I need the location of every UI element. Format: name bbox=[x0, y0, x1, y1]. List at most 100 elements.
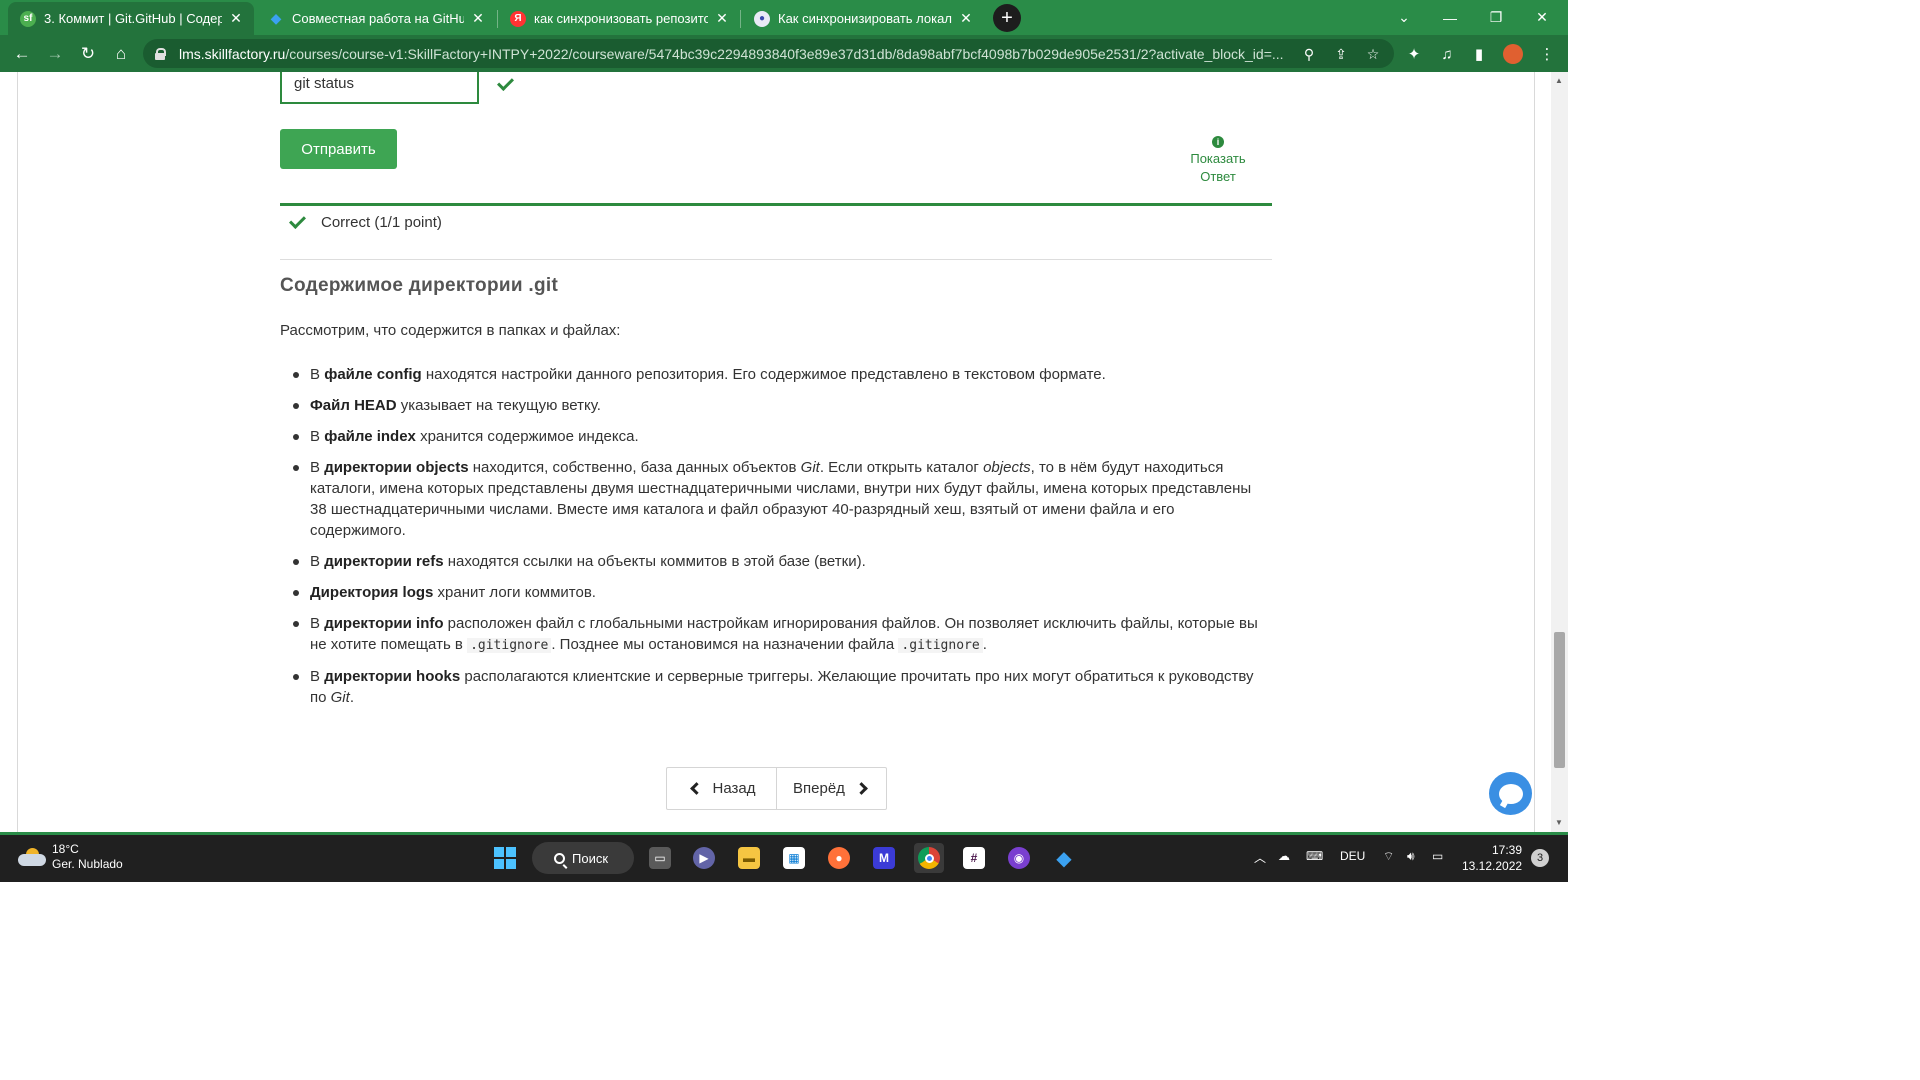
page-scrollbar[interactable]: ▲ ▼ bbox=[1551, 72, 1568, 832]
unit-pager: Назад Вперёд bbox=[666, 767, 887, 810]
url-host: lms.skillfactory.ru bbox=[179, 45, 286, 62]
firefox-button[interactable]: ● bbox=[824, 843, 854, 873]
tab-title: как синхронизовать репозитор bbox=[534, 11, 708, 26]
show-answer-button[interactable]: i Показать Ответ bbox=[1178, 132, 1258, 186]
new-tab-button[interactable]: + bbox=[993, 4, 1021, 32]
lock-icon[interactable] bbox=[155, 47, 166, 60]
checkmark-icon bbox=[497, 74, 514, 91]
extensions-icon[interactable]: ✦ bbox=[1401, 41, 1427, 67]
zoom-icon[interactable]: ⚲ bbox=[1299, 44, 1319, 64]
scroll-down-icon[interactable]: ▼ bbox=[1555, 818, 1563, 827]
share-icon[interactable]: ⇪ bbox=[1331, 44, 1351, 64]
teams-chat-button[interactable]: ▶ bbox=[689, 843, 719, 873]
close-icon[interactable]: ✕ bbox=[470, 10, 486, 27]
weather-condition: Ger. Nublado bbox=[52, 857, 123, 871]
page-viewport: git status Отправить i Показать Ответ Co… bbox=[0, 72, 1568, 832]
tab-separator bbox=[740, 10, 741, 28]
tab-yandex-search[interactable]: Я как синхронизовать репозитор ✕ bbox=[498, 2, 740, 35]
store-icon: ▦ bbox=[783, 847, 805, 869]
result-text: Correct (1/1 point) bbox=[321, 214, 442, 231]
list-item: В директории hooks располагаются клиентс… bbox=[293, 666, 1272, 708]
chevron-left-icon bbox=[689, 782, 703, 795]
file-explorer-button[interactable]: ▬ bbox=[734, 843, 764, 873]
list-item: В директории refs находятся ссылки на об… bbox=[293, 551, 1272, 572]
prev-label: Назад bbox=[712, 780, 756, 797]
taskbar: 18°C Ger. Nublado Поиск ▭ ▶ ▬ ▦ ● M # ◉ … bbox=[0, 835, 1568, 882]
reload-button[interactable]: ↻ bbox=[74, 40, 102, 68]
store-button[interactable]: ▦ bbox=[779, 843, 809, 873]
battery-icon[interactable]: ▭ bbox=[1432, 849, 1443, 863]
home-button[interactable]: ⌂ bbox=[107, 40, 135, 68]
start-button[interactable] bbox=[490, 843, 520, 873]
system-clock[interactable]: 17:39 13.12.2022 bbox=[1462, 842, 1522, 874]
info-icon: i bbox=[1212, 136, 1224, 148]
next-button[interactable]: Вперёд bbox=[776, 768, 886, 809]
skillfactory-icon: sf bbox=[20, 10, 36, 27]
teams-icon: ▶ bbox=[693, 847, 715, 869]
menu-icon[interactable]: ⋮ bbox=[1534, 41, 1560, 67]
git-dir-list: В файле config находятся настройки данно… bbox=[293, 364, 1272, 718]
tab-sync-question[interactable]: ● Как синхронизировать локальн ✕ bbox=[742, 2, 984, 35]
task-view-button[interactable]: ▭ bbox=[645, 843, 675, 873]
search-label: Поиск bbox=[572, 850, 609, 866]
media-controls-icon[interactable]: ♫ bbox=[1434, 41, 1460, 67]
prev-button[interactable]: Назад bbox=[667, 768, 776, 809]
close-icon[interactable]: ✕ bbox=[228, 10, 244, 27]
close-window-button[interactable]: ✕ bbox=[1519, 0, 1565, 35]
wifi-icon[interactable]: ⌔ bbox=[1383, 849, 1394, 864]
submit-button[interactable]: Отправить bbox=[280, 129, 397, 169]
chevron-up-icon[interactable]: ︿ bbox=[1254, 849, 1266, 866]
content-border-right bbox=[1534, 72, 1535, 832]
slack-icon: # bbox=[963, 847, 985, 869]
keyboard-icon[interactable]: ⌨ bbox=[1306, 849, 1323, 863]
windows-logo-icon bbox=[494, 847, 516, 869]
result-status: Correct (1/1 point) bbox=[289, 212, 442, 231]
vscode-button[interactable]: ◆ bbox=[1049, 843, 1079, 873]
forward-button[interactable]: → bbox=[41, 40, 69, 68]
chat-icon: ● bbox=[754, 10, 770, 27]
back-button[interactable]: ← bbox=[8, 40, 36, 68]
browser-toolbar: ← → ↻ ⌂ lms.skillfactory.ru/courses/cour… bbox=[0, 35, 1568, 72]
section-title: Содержимое директории .git bbox=[280, 275, 559, 296]
address-bar[interactable]: lms.skillfactory.ru/courses/course-v1:Sk… bbox=[143, 39, 1394, 68]
chat-bubble-icon bbox=[1498, 783, 1523, 804]
weather-widget[interactable]: 18°C Ger. Nublado bbox=[18, 842, 123, 872]
tab-title: 3. Коммит | Git.GitHub | Содерж bbox=[44, 11, 222, 26]
answer-input[interactable]: git status bbox=[280, 72, 479, 104]
tab-skillfactory[interactable]: sf 3. Коммит | Git.GitHub | Содерж ✕ bbox=[8, 2, 254, 35]
mathcad-button[interactable]: M bbox=[869, 843, 899, 873]
chat-widget-button[interactable] bbox=[1489, 772, 1532, 815]
list-item: В файле index хранится содержимое индекс… bbox=[293, 426, 1272, 447]
language-indicator[interactable]: DEU bbox=[1340, 849, 1365, 863]
minimize-button[interactable]: — bbox=[1427, 0, 1473, 35]
notification-badge[interactable]: 3 bbox=[1531, 849, 1549, 867]
avatar[interactable] bbox=[1500, 41, 1526, 67]
firefox-icon: ● bbox=[828, 847, 850, 869]
scrollbar-thumb[interactable] bbox=[1554, 632, 1565, 768]
bookmark-star-icon[interactable]: ☆ bbox=[1363, 44, 1383, 64]
list-item: В файле config находятся настройки данно… bbox=[293, 364, 1272, 385]
volume-icon[interactable]: 🔊︎ bbox=[1407, 849, 1415, 864]
chrome-button[interactable] bbox=[914, 843, 944, 873]
close-icon[interactable]: ✕ bbox=[958, 10, 974, 27]
vscode-icon: ◆ bbox=[270, 10, 282, 26]
slack-button[interactable]: # bbox=[959, 843, 989, 873]
yandex-icon: Я bbox=[510, 10, 526, 27]
temperature: 18°C bbox=[52, 842, 79, 856]
folder-icon: ▬ bbox=[738, 847, 760, 869]
list-item: В директории info расположен файл с глоб… bbox=[293, 613, 1272, 656]
tab-github-collab[interactable]: ◆ Совместная работа на GitHub ✕ bbox=[256, 2, 496, 35]
list-item: Директория logs хранит логи коммитов. bbox=[293, 582, 1272, 603]
checkmark-icon bbox=[289, 212, 306, 229]
side-panel-icon[interactable]: ▮ bbox=[1466, 41, 1492, 67]
scroll-up-icon[interactable]: ▲ bbox=[1555, 76, 1563, 85]
clock-date: 13.12.2022 bbox=[1462, 859, 1523, 873]
github-icon: ◉ bbox=[1008, 847, 1030, 869]
github-desktop-button[interactable]: ◉ bbox=[1004, 843, 1034, 873]
tab-search-button[interactable]: ⌄ bbox=[1381, 0, 1427, 35]
taskbar-search[interactable]: Поиск bbox=[532, 842, 634, 874]
onedrive-icon[interactable]: ☁ bbox=[1278, 849, 1290, 863]
close-icon[interactable]: ✕ bbox=[714, 10, 730, 27]
vscode-icon: ◆ bbox=[1056, 847, 1072, 870]
restore-button[interactable]: ❐ bbox=[1473, 0, 1519, 35]
